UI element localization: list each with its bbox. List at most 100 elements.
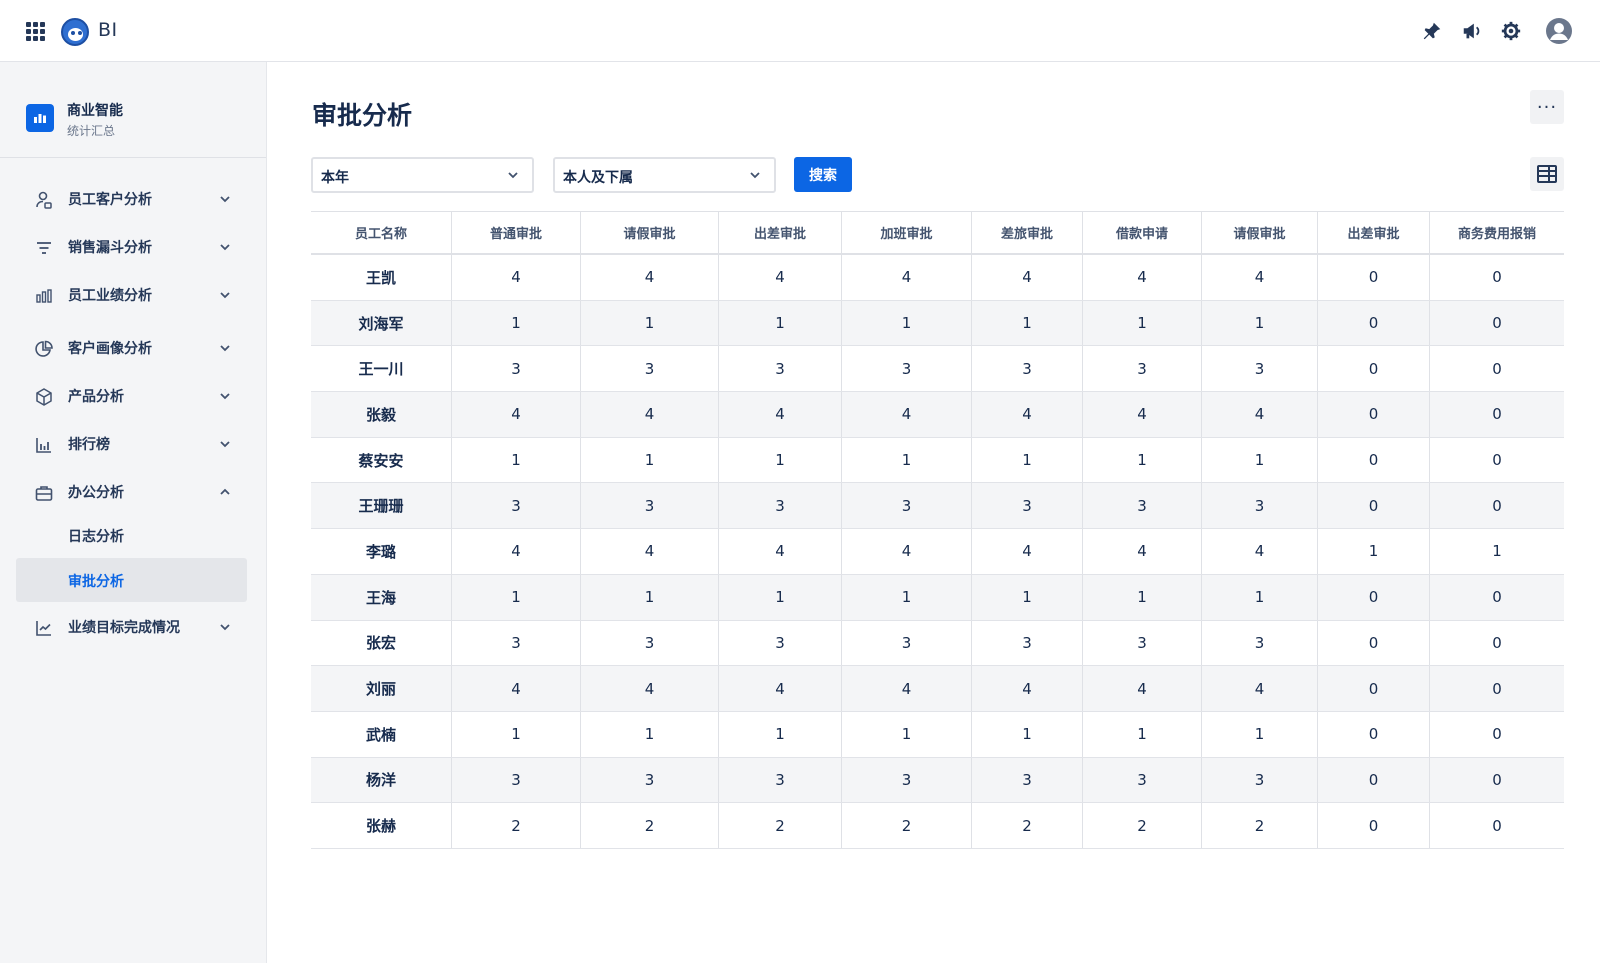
apps-grid-icon[interactable] [26, 22, 45, 41]
more-options-button[interactable]: ··· [1530, 90, 1564, 124]
sidebar-subitem-label: 审批分析 [68, 574, 124, 590]
chevron-down-icon [220, 196, 230, 203]
chevron-down-icon [220, 244, 230, 251]
column-header[interactable]: 请假审批 [1201, 212, 1317, 253]
count-cell: 4 [1201, 666, 1317, 711]
sidebar-subitem-approval-analysis[interactable]: 审批分析 [16, 558, 247, 602]
user-avatar-icon[interactable] [1545, 17, 1573, 45]
column-header[interactable]: 出差审批 [1317, 212, 1429, 253]
scope-select[interactable]: 本人及下属 [553, 157, 776, 193]
period-select-value: 本年 [321, 170, 349, 186]
count-cell: 0 [1317, 255, 1429, 300]
chevron-down-icon [508, 172, 518, 179]
count-cell: 3 [451, 483, 580, 529]
table-row: 蔡安安 1 1 1 1 1 1 1 0 0 [311, 437, 1564, 484]
sidebar-item-label: 产品分析 [68, 389, 124, 405]
chevron-down-icon [220, 292, 230, 299]
column-header[interactable]: 员工名称 [311, 212, 451, 253]
gear-icon[interactable] [1500, 20, 1522, 42]
column-header[interactable]: 商务费用报销 [1429, 212, 1564, 253]
count-cell: 0 [1429, 574, 1564, 620]
count-cell: 0 [1429, 346, 1564, 392]
column-header[interactable]: 出差审批 [718, 212, 841, 253]
count-cell: 4 [841, 255, 971, 300]
count-cell: 3 [971, 483, 1082, 529]
count-cell: 3 [580, 757, 718, 803]
count-cell: 4 [1082, 666, 1201, 711]
count-cell: 1 [1082, 711, 1201, 757]
sidebar: 商业智能 统计汇总 员工客户分析 销售漏斗分析 员工业绩分析 客户画像分析 产品… [0, 62, 267, 963]
search-button[interactable]: 搜索 [794, 157, 852, 192]
employee-name-cell: 刘海军 [358, 314, 404, 333]
count-cell: 1 [971, 574, 1082, 620]
employee-name-cell: 刘丽 [365, 680, 396, 699]
top-bar: BI [0, 0, 1600, 62]
count-cell: 4 [451, 666, 580, 711]
sidebar-subitem-log-analysis[interactable]: 日志分析 [16, 513, 247, 557]
count-cell: 2 [580, 803, 718, 848]
sidebar-item-sales-funnel[interactable]: 销售漏斗分析 [16, 227, 247, 267]
count-cell: 0 [1317, 300, 1429, 346]
column-header[interactable]: 普通审批 [451, 212, 580, 253]
sidebar-item-performance-target[interactable]: 业绩目标完成情况 [16, 607, 247, 647]
count-cell: 1 [1082, 574, 1201, 620]
count-cell: 1 [451, 711, 580, 757]
sidebar-item-product[interactable]: 产品分析 [16, 376, 247, 416]
page-title: 审批分析 [312, 101, 413, 130]
count-cell: 1 [451, 437, 580, 483]
count-cell: 4 [580, 666, 718, 711]
count-cell: 2 [1082, 803, 1201, 848]
bi-chart-badge-icon [26, 104, 54, 132]
column-header[interactable]: 借款申请 [1082, 212, 1201, 253]
pie-chart-icon [35, 340, 53, 357]
employee-name-cell: 杨洋 [365, 771, 396, 790]
count-cell: 1 [718, 711, 841, 757]
column-header[interactable]: 加班审批 [841, 212, 971, 253]
count-cell: 2 [1201, 803, 1317, 848]
pin-icon[interactable] [1421, 20, 1443, 42]
count-cell: 4 [580, 529, 718, 574]
table-row: 王凯 4 4 4 4 4 4 4 0 0 [311, 255, 1564, 301]
sidebar-item-label: 客户画像分析 [68, 341, 152, 357]
count-cell: 3 [451, 620, 580, 666]
count-cell: 0 [1317, 711, 1429, 757]
app-logo[interactable] [61, 18, 89, 46]
count-cell: 1 [841, 711, 971, 757]
count-cell: 0 [1317, 483, 1429, 529]
count-cell: 0 [1317, 757, 1429, 803]
count-cell: 3 [1082, 483, 1201, 529]
count-cell: 1 [1201, 437, 1317, 483]
sidebar-item-label: 销售漏斗分析 [68, 240, 152, 256]
sidebar-item-office[interactable]: 办公分析 [16, 472, 247, 512]
count-cell: 3 [841, 346, 971, 392]
table-layout-button[interactable] [1530, 157, 1564, 191]
megaphone-icon[interactable] [1461, 20, 1483, 42]
chevron-up-icon [220, 488, 230, 495]
column-header[interactable]: 请假审批 [580, 212, 718, 253]
count-cell: 4 [841, 666, 971, 711]
count-cell: 1 [1201, 574, 1317, 620]
count-cell: 1 [1082, 437, 1201, 483]
period-select[interactable]: 本年 [311, 157, 534, 193]
employee-name-cell: 王凯 [365, 268, 396, 287]
count-cell: 0 [1317, 666, 1429, 711]
chevron-down-icon [220, 441, 230, 448]
count-cell: 0 [1317, 574, 1429, 620]
count-cell: 3 [841, 620, 971, 666]
count-cell: 1 [1317, 529, 1429, 574]
count-cell: 3 [971, 620, 1082, 666]
count-cell: 1 [451, 300, 580, 346]
sidebar-item-employee-customer[interactable]: 员工客户分析 [16, 179, 247, 219]
chevron-down-icon [220, 624, 230, 631]
sidebar-item-employee-performance[interactable]: 员工业绩分析 [16, 275, 247, 315]
sidebar-item-ranking[interactable]: 排行榜 [16, 424, 247, 464]
table-row: 张赫 2 2 2 2 2 2 2 0 0 [311, 803, 1564, 849]
sidebar-item-label: 业绩目标完成情况 [68, 620, 180, 636]
count-cell: 1 [971, 300, 1082, 346]
column-header[interactable]: 差旅审批 [971, 212, 1082, 253]
count-cell: 4 [451, 529, 580, 574]
user-search-icon [36, 191, 52, 209]
sidebar-item-customer-profile[interactable]: 客户画像分析 [16, 328, 247, 368]
count-cell: 4 [1082, 392, 1201, 437]
count-cell: 1 [1429, 529, 1564, 574]
